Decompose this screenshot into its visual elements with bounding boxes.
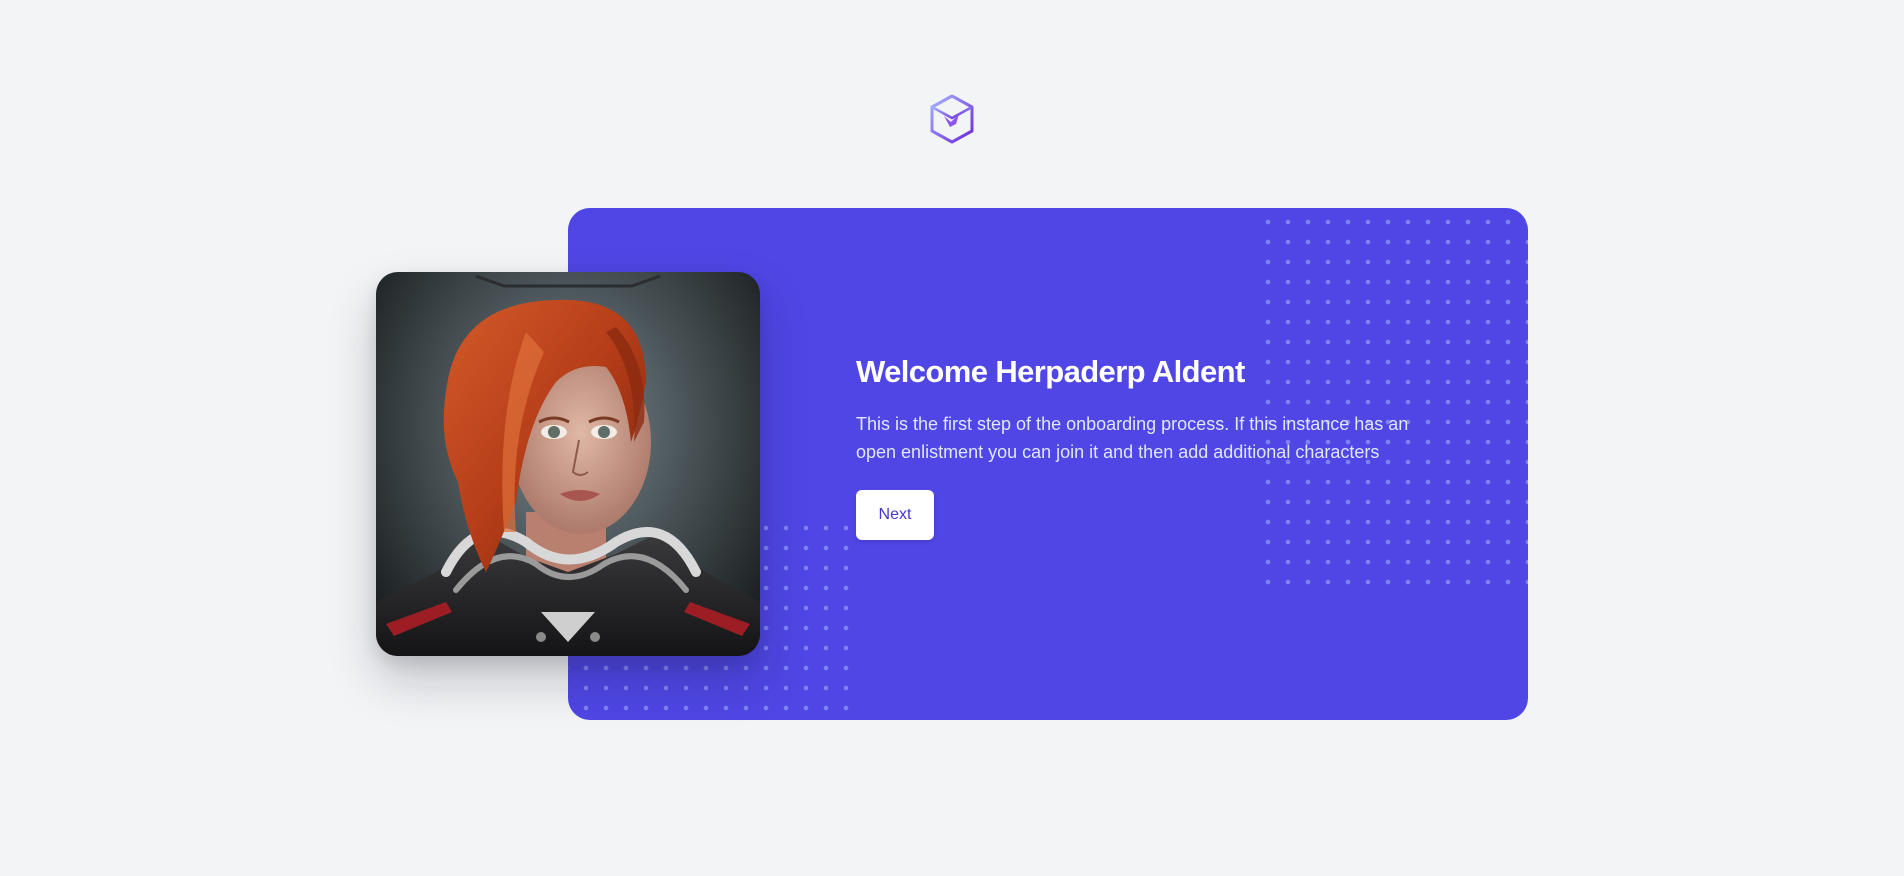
next-button[interactable]: Next	[856, 490, 934, 540]
welcome-content: Welcome Herpaderp Aldent This is the fir…	[856, 352, 1432, 540]
welcome-title: Welcome Herpaderp Aldent	[856, 354, 1245, 389]
welcome-description: This is the first step of the onboarding…	[856, 414, 1409, 462]
cube-logo-icon	[928, 94, 976, 144]
character-portrait	[376, 272, 760, 656]
